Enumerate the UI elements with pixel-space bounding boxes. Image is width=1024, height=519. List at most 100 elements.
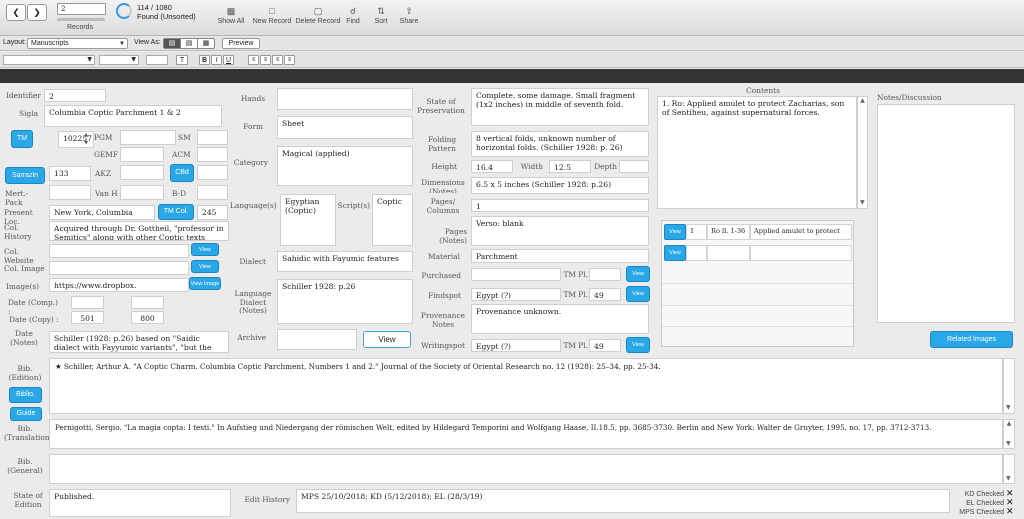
prev-record-button[interactable]: ❮ <box>6 4 26 21</box>
mps-checked-icon[interactable]: ✕ <box>1006 507 1014 517</box>
archive-view-button[interactable]: View <box>363 331 411 348</box>
portal-row-lines[interactable]: Ro ll. 1-36 <box>707 224 750 240</box>
bib-edition-field[interactable]: ★ Schiller, Arthur A. "A Coptic Charm. C… <box>49 358 1003 414</box>
sarrazin-field[interactable]: 133 <box>49 166 91 181</box>
dialect-field[interactable]: Sahidic with Fayumic features <box>277 251 413 272</box>
mert-pack-field[interactable] <box>49 185 91 200</box>
height-field[interactable]: 16.4 <box>471 160 513 173</box>
depth-field[interactable] <box>619 160 649 173</box>
view-as-toggle[interactable]: ▤ ▤ ▦ <box>163 38 215 49</box>
date-comp-to-field[interactable] <box>131 296 164 309</box>
state-pres-field[interactable]: Complete, some damage. Small fragment (1… <box>471 88 649 126</box>
van-h-field[interactable] <box>120 185 164 200</box>
purchased-field[interactable] <box>471 268 561 281</box>
layout-select[interactable]: Manuscripts ▼ <box>27 38 128 49</box>
contents-scrollbar[interactable]: ▲ ▼ <box>857 96 868 209</box>
tm-button[interactable]: TM <box>11 130 33 148</box>
new-record-button[interactable]: □ New Record <box>250 6 294 25</box>
view-image-button[interactable]: View Image <box>189 277 221 290</box>
next-record-button[interactable]: ❯ <box>27 4 47 21</box>
record-slider[interactable] <box>57 18 105 21</box>
tm-stepper[interactable]: ▲ ▼ <box>80 131 92 148</box>
bib-general-field[interactable] <box>49 454 1003 484</box>
sort-button[interactable]: ⇅ Sort <box>371 6 391 25</box>
portal-empty-view-button[interactable]: View <box>664 245 686 261</box>
writingspot-tm-pl-field[interactable]: 49 <box>589 339 621 352</box>
col-image-field[interactable] <box>49 261 189 275</box>
form-field[interactable]: Sheet <box>277 116 413 139</box>
cbd-field[interactable] <box>197 165 228 180</box>
col-image-view-button[interactable]: View <box>191 260 219 273</box>
dimensions-field[interactable]: 6.5 x 5 inches (Schiller 1928: p.26) <box>471 177 649 194</box>
category-field[interactable]: Magical (applied) <box>277 146 413 186</box>
identifier-field[interactable]: 2 <box>44 89 106 102</box>
notes-field[interactable] <box>877 104 1015 323</box>
language-dialect-notes-field[interactable]: Schiller 1928: p.26 <box>277 279 413 324</box>
sarrazin-button[interactable]: Sarrazin <box>5 167 45 184</box>
align-justify-button[interactable]: ≡ <box>284 55 295 65</box>
record-number-input[interactable]: 2 <box>57 3 106 15</box>
bib-edition-scrollbar[interactable]: ▼ <box>1003 358 1015 414</box>
gemf-field[interactable] <box>120 147 164 162</box>
color-picker[interactable] <box>146 55 168 65</box>
purchased-tm-pl-field[interactable] <box>589 268 621 281</box>
biblio-button[interactable]: Biblio. <box>9 387 42 403</box>
bib-general-scrollbar[interactable]: ▼ <box>1003 454 1015 484</box>
writingspot-view-button[interactable]: View <box>626 337 650 353</box>
col-history-field[interactable]: Acquired through Dr. Gottheil, "professo… <box>49 221 229 241</box>
archive-field[interactable] <box>277 329 357 350</box>
align-right-button[interactable]: ≡ <box>272 55 283 65</box>
state-edition-field[interactable]: Published. <box>49 489 231 517</box>
table-view-icon[interactable]: ▦ <box>197 39 214 48</box>
scripts-field[interactable]: Coptic <box>372 194 413 246</box>
list-view-icon[interactable]: ▤ <box>180 39 197 48</box>
pages-notes-field[interactable]: Verso: blank <box>471 216 649 246</box>
writingspot-field[interactable]: Egypt (?) <box>471 339 561 352</box>
portal-empty-desc[interactable] <box>750 245 852 261</box>
width-field[interactable]: 12.5 <box>549 160 591 173</box>
date-copy-to-field[interactable]: 800 <box>131 311 164 324</box>
bib-translation-scrollbar[interactable]: ▲ ▼ <box>1003 419 1015 449</box>
underline-button[interactable]: U <box>223 55 234 65</box>
sigla-field[interactable]: Columbia Coptic Parchment 1 & 2 <box>44 105 222 127</box>
show-all-button[interactable]: ▩ Show All <box>213 6 249 25</box>
folding-field[interactable]: 8 vertical folds, unknown number of hori… <box>471 131 649 157</box>
date-notes-field[interactable]: Schiller (1928: p.26) based on "Saidic d… <box>49 331 229 353</box>
bold-button[interactable]: B <box>199 55 210 65</box>
pages-field[interactable]: 1 <box>471 199 649 212</box>
col-website-view-button[interactable]: View <box>191 243 219 256</box>
purchased-view-button[interactable]: View <box>626 266 650 282</box>
delete-record-button[interactable]: ▢ Delete Record <box>294 6 342 25</box>
italic-button[interactable]: I <box>211 55 222 65</box>
related-images-button[interactable]: Related Images <box>930 331 1013 348</box>
tm-col-button[interactable]: TM Col. <box>158 204 194 220</box>
akz-field[interactable] <box>120 165 164 180</box>
text-style-button[interactable]: T <box>176 55 188 65</box>
portal-row-view-button[interactable]: View <box>664 224 686 240</box>
languages-field[interactable]: Egyptian (Coptic) <box>280 194 336 246</box>
date-copy-from-field[interactable]: 501 <box>71 311 104 324</box>
pgm-field[interactable] <box>120 130 176 145</box>
font-select[interactable]: ▼ <box>3 55 95 65</box>
portal-row-num[interactable]: 1 <box>686 224 707 240</box>
col-website-field[interactable] <box>49 244 189 258</box>
b-d-field[interactable] <box>197 185 228 200</box>
size-select[interactable]: ▼ <box>99 55 139 65</box>
align-left-button[interactable]: ≡ <box>248 55 259 65</box>
find-button[interactable]: ☌ Find <box>343 6 363 25</box>
form-view-icon[interactable]: ▤ <box>164 39 180 48</box>
portal-empty-lines[interactable] <box>707 245 750 261</box>
findspot-tm-pl-field[interactable]: 49 <box>589 288 621 301</box>
findspot-view-button[interactable]: View <box>626 286 650 302</box>
cbd-button[interactable]: CBd <box>170 164 194 182</box>
align-center-button[interactable]: ≡ <box>260 55 271 65</box>
hands-field[interactable] <box>277 88 413 110</box>
acm-field[interactable] <box>197 147 228 162</box>
portal-row-desc[interactable]: Applied amulet to protect <box>750 224 852 240</box>
bib-translation-field[interactable]: Pernigotti, Sergio. "La magia copta: I t… <box>49 419 1003 449</box>
tm-col-field[interactable]: 245 <box>197 205 228 220</box>
guide-button[interactable]: Guide <box>10 407 42 421</box>
findspot-field[interactable]: Egypt (?) <box>471 288 561 301</box>
present-loc-field[interactable]: New York, Columbia <box>49 205 155 220</box>
edit-history-field[interactable]: MPS 25/10/2018; KD (5/12/2018); EL (28/3… <box>296 489 950 513</box>
